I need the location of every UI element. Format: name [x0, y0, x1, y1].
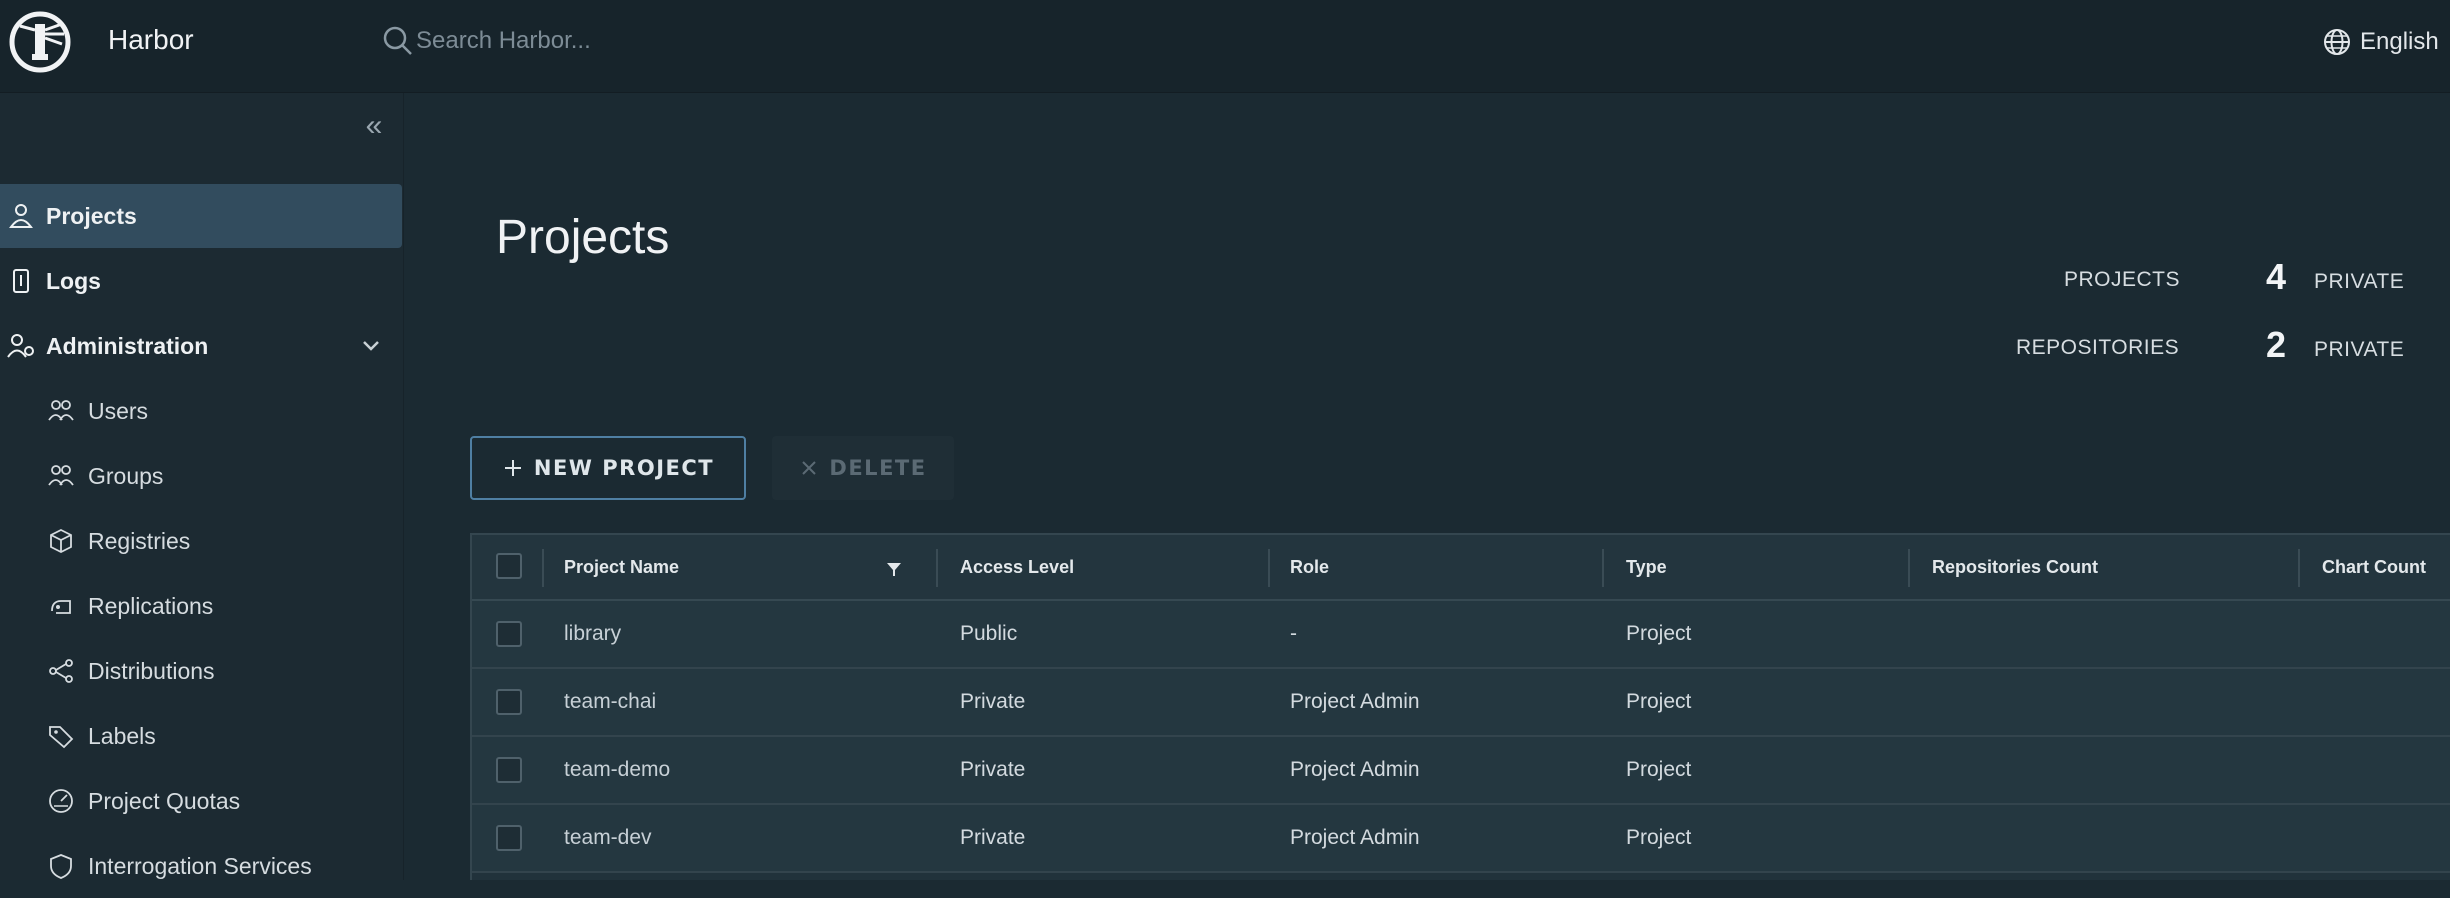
sidebar-item-projects[interactable]: Projects: [0, 184, 402, 248]
project-name-link[interactable]: team-demo: [564, 737, 670, 803]
sidebar-item-project-quotas[interactable]: Project Quotas: [0, 769, 404, 833]
repositories-stat-label: REPOSITORIES: [2016, 336, 2180, 359]
access-level-cell: Private: [960, 690, 1026, 713]
page-title: Projects: [496, 211, 670, 264]
sidebar-item-label: Administration: [46, 332, 209, 359]
top-header: Harbor English: [0, 0, 2450, 93]
role-cell: -: [1290, 622, 1297, 645]
chevron-down-icon[interactable]: [356, 331, 386, 361]
repositories-stat-count: 2: [2266, 324, 2287, 365]
column-repositories-count[interactable]: Repositories Count: [1932, 535, 2098, 599]
brand-name[interactable]: Harbor: [108, 22, 194, 58]
projects-table: Project Name Access Level Role Type Repo…: [470, 533, 2450, 880]
sidebar-item-labels[interactable]: Labels: [0, 704, 404, 768]
sidebar-item-groups[interactable]: Groups: [0, 444, 404, 508]
globe-icon: [2324, 29, 2350, 55]
role-cell: Project Admin: [1290, 758, 1420, 781]
sidebar-item-interrogation-services[interactable]: Interrogation Services: [0, 834, 404, 898]
column-separator: [1602, 549, 1604, 587]
column-role[interactable]: Role: [1290, 535, 1329, 599]
registries-icon: [50, 528, 72, 554]
table-row[interactable]: team-dev Private Project Admin Project: [472, 805, 2450, 873]
row-checkbox[interactable]: [496, 621, 522, 647]
table-row[interactable]: team-demo Private Project Admin Project: [472, 737, 2450, 805]
search-icon: [383, 26, 412, 55]
sidebar-nav: « Projects Logs Administration Users Gro…: [0, 93, 404, 880]
repositories-stat-kind: PRIVATE: [2314, 338, 2405, 361]
table-row[interactable]: library Public - Project: [472, 601, 2450, 669]
sidebar-item-users[interactable]: Users: [0, 379, 404, 443]
sidebar-item-label: Projects: [46, 202, 137, 229]
collapse-sidebar-button[interactable]: «: [356, 109, 392, 145]
table-row[interactable]: team-chai Private Project Admin Project: [472, 669, 2450, 737]
plus-icon: [504, 460, 521, 476]
column-separator: [542, 549, 544, 587]
sidebar-item-administration[interactable]: Administration: [0, 314, 404, 378]
type-cell: Project: [1626, 622, 1692, 645]
global-search[interactable]: [380, 18, 980, 64]
sidebar-item-label: Distributions: [88, 657, 215, 684]
column-type[interactable]: Type: [1626, 535, 1667, 599]
column-separator: [2298, 549, 2300, 587]
distributions-icon: [49, 659, 73, 683]
sidebar-item-label: Logs: [46, 267, 101, 294]
harbor-logo-icon[interactable]: [8, 10, 72, 74]
users-icon: [48, 400, 74, 421]
column-chart-count[interactable]: Chart Count: [2322, 535, 2426, 599]
project-name-link[interactable]: team-chai: [564, 669, 656, 735]
sidebar-item-label: Users: [88, 397, 149, 424]
filter-icon[interactable]: [884, 559, 904, 579]
projects-stat-label: PROJECTS: [2064, 268, 2181, 291]
column-separator: [936, 549, 938, 587]
sidebar-item-distributions[interactable]: Distributions: [0, 639, 404, 703]
projects-stat-count: 4: [2266, 256, 2287, 297]
sidebar-item-label: Project Quotas: [88, 787, 241, 814]
sidebar-item-label: Interrogation Services: [88, 852, 312, 879]
delete-button[interactable]: DELETE: [772, 436, 954, 500]
role-cell: Project Admin: [1290, 826, 1420, 849]
new-project-button[interactable]: NEW PROJECT: [470, 436, 746, 500]
projects-stat-kind: PRIVATE: [2314, 270, 2405, 293]
logs-icon: [13, 269, 29, 293]
project-quotas-icon: [49, 789, 73, 813]
groups-icon: [48, 465, 74, 486]
search-input[interactable]: [416, 21, 936, 61]
project-name-link[interactable]: library: [564, 601, 621, 667]
column-separator: [1268, 549, 1270, 587]
administration-icon: [7, 334, 34, 358]
sidebar-item-label: Labels: [88, 722, 156, 749]
sidebar-item-logs[interactable]: Logs: [0, 249, 404, 313]
role-cell: Project Admin: [1290, 690, 1420, 713]
delete-label: DELETE: [829, 456, 927, 480]
column-access-level[interactable]: Access Level: [960, 535, 1074, 599]
close-icon: [802, 461, 817, 475]
type-cell: Project: [1626, 826, 1692, 849]
replications-icon: [51, 600, 71, 614]
sidebar-item-label: Groups: [88, 462, 164, 489]
sidebar-item-label: Registries: [88, 527, 191, 554]
sidebar-item-registries[interactable]: Registries: [0, 509, 404, 573]
access-level-cell: Private: [960, 758, 1026, 781]
select-all-checkbox[interactable]: [496, 553, 522, 579]
sidebar-item-label: Replications: [88, 592, 214, 619]
language-label: English: [2360, 28, 2439, 55]
row-checkbox[interactable]: [496, 825, 522, 851]
row-checkbox[interactable]: [496, 757, 522, 783]
project-name-link[interactable]: team-dev: [564, 805, 652, 871]
interrogation-services-icon: [50, 854, 72, 879]
sidebar-item-replications[interactable]: Replications: [0, 574, 404, 638]
projects-icon: [9, 204, 33, 228]
column-separator: [1908, 549, 1910, 587]
labels-icon: [49, 726, 74, 749]
row-checkbox[interactable]: [496, 689, 522, 715]
table-header: Project Name Access Level Role Type Repo…: [472, 535, 2450, 601]
language-selector[interactable]: English: [2322, 22, 2439, 62]
access-level-cell: Private: [960, 826, 1026, 849]
type-cell: Project: [1626, 690, 1692, 713]
type-cell: Project: [1626, 758, 1692, 781]
column-project-name[interactable]: Project Name: [564, 535, 679, 599]
access-level-cell: Public: [960, 622, 1018, 645]
new-project-label: NEW PROJECT: [533, 456, 715, 480]
